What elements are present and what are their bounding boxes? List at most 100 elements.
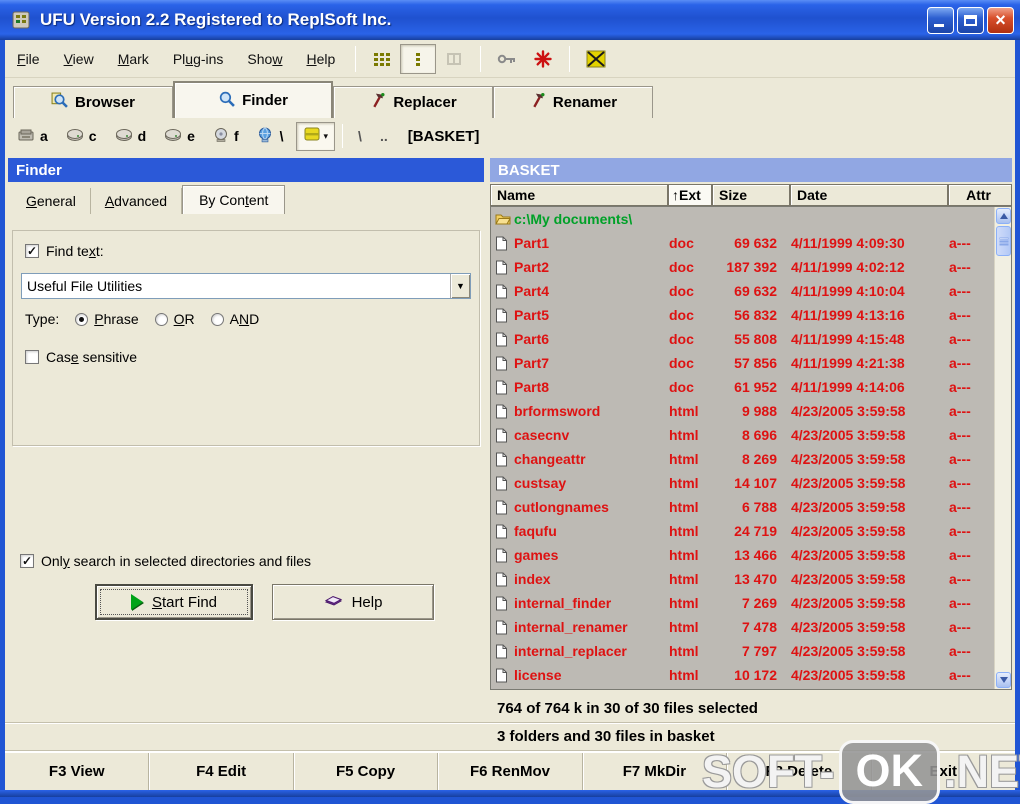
dual-pane-disabled-icon <box>436 44 472 74</box>
menu-mark[interactable]: Mark <box>106 45 161 73</box>
table-row[interactable]: faqufu html 24 719 4/23/2005 3:59:58 a--… <box>491 519 994 543</box>
menu-help[interactable]: Help <box>294 45 347 73</box>
f7-mkdir-button[interactable]: F7 MkDir <box>583 753 728 790</box>
table-row[interactable]: index html 13 470 4/23/2005 3:59:58 a--- <box>491 567 994 591</box>
tab-by-content[interactable]: By Content <box>182 185 286 214</box>
tab-renamer[interactable]: Renamer <box>493 86 653 118</box>
start-find-button[interactable]: Start Find <box>95 584 253 620</box>
column-header-ext[interactable]: ↑Ext <box>668 184 712 206</box>
basket-view-button[interactable]: ▾ <box>295 121 336 151</box>
magnifier-icon <box>51 92 68 113</box>
drive-c-button[interactable]: c <box>60 125 107 148</box>
network-icon <box>257 127 275 146</box>
table-row[interactable]: brformsword html 9 988 4/23/2005 3:59:58… <box>491 399 994 423</box>
radio-or[interactable]: OR <box>154 311 195 327</box>
multi-pane-icon[interactable] <box>364 44 400 74</box>
table-row[interactable]: changeattr html 8 269 4/23/2005 3:59:58 … <box>491 447 994 471</box>
key-icon[interactable] <box>489 44 525 74</box>
combo-dropdown-button[interactable]: ▼ <box>450 274 470 298</box>
file-size: 61 952 <box>734 379 777 395</box>
radio-phrase[interactable]: Phrase <box>75 311 139 327</box>
table-row[interactable]: casecnv html 8 696 4/23/2005 3:59:58 a--… <box>491 423 994 447</box>
table-row[interactable]: games html 13 466 4/23/2005 3:59:58 a--- <box>491 543 994 567</box>
help-button[interactable]: Help <box>272 584 434 620</box>
find-text-checkbox[interactable]: ✓ Find text: <box>25 243 104 259</box>
table-row[interactable]: internal_renamer html 7 478 4/23/2005 3:… <box>491 615 994 639</box>
drive-e-button[interactable]: e <box>158 125 205 148</box>
checkbox-icon[interactable] <box>25 350 39 364</box>
table-row[interactable]: Part4 doc 69 632 4/11/1999 4:10:04 a--- <box>491 279 994 303</box>
root-path-button[interactable]: \ <box>350 125 370 147</box>
menu-file[interactable]: File <box>5 45 52 73</box>
tab-advanced[interactable]: Advanced <box>91 188 183 214</box>
f8-delete-button[interactable]: F8 Delete <box>727 753 872 790</box>
f6-renmov-button[interactable]: F6 RenMov <box>438 753 583 790</box>
radio-label: OR <box>173 311 195 327</box>
menu-show[interactable]: Show <box>235 45 294 73</box>
table-row[interactable]: Part5 doc 56 832 4/11/1999 4:13:16 a--- <box>491 303 994 327</box>
table-row[interactable]: cutlongnames html 6 788 4/23/2005 3:59:5… <box>491 495 994 519</box>
file-attr: a--- <box>949 355 971 371</box>
column-header-attr[interactable]: Attr <box>948 184 1012 206</box>
clear-basket-icon[interactable] <box>578 44 614 74</box>
table-row[interactable]: Part7 doc 57 856 4/11/1999 4:21:38 a--- <box>491 351 994 375</box>
close-button[interactable]: × <box>987 6 1014 34</box>
file-icon <box>495 427 511 443</box>
f4-edit-button[interactable]: F4 Edit <box>149 753 294 790</box>
menu-plugins[interactable]: Plug-ins <box>161 45 236 73</box>
tab-replacer[interactable]: Replacer <box>333 86 493 118</box>
table-row[interactable]: Part8 doc 61 952 4/11/1999 4:14:06 a--- <box>491 375 994 399</box>
drive-d-button[interactable]: d <box>109 125 157 148</box>
table-row[interactable]: custsay html 14 107 4/23/2005 3:59:58 a-… <box>491 471 994 495</box>
checkbox-checked-icon[interactable]: ✓ <box>25 244 39 258</box>
radio-and[interactable]: AND <box>210 311 259 327</box>
single-pane-icon[interactable] <box>400 43 437 74</box>
file-size: 7 269 <box>741 595 777 611</box>
exit-button[interactable]: Exit <box>872 753 1015 790</box>
table-row[interactable]: internal_finder html 7 269 4/23/2005 3:5… <box>491 591 994 615</box>
tab-general[interactable]: General <box>12 188 91 214</box>
column-header-name[interactable]: Name <box>490 184 668 206</box>
file-icon <box>495 403 511 419</box>
only-selected-checkbox[interactable]: ✓ Only search in selected directories an… <box>20 553 311 569</box>
minimize-button[interactable] <box>927 6 954 34</box>
network-drive-button[interactable]: \ <box>251 124 294 149</box>
column-header-date[interactable]: Date <box>790 184 948 206</box>
scroll-down-button[interactable] <box>996 672 1011 688</box>
red-asterisk-icon[interactable] <box>525 44 561 74</box>
file-icon <box>495 475 511 491</box>
file-ext: doc <box>669 379 694 395</box>
tab-finder[interactable]: Finder <box>173 81 333 118</box>
drive-a-button[interactable]: a <box>11 124 58 149</box>
column-header-size[interactable]: Size <box>712 184 790 206</box>
f3-view-button[interactable]: F3 View <box>5 753 150 790</box>
tab-browser[interactable]: Browser <box>13 86 173 118</box>
radio-icon[interactable] <box>154 312 168 326</box>
file-ext: html <box>669 667 699 683</box>
scrollbar-thumb[interactable] <box>996 226 1011 256</box>
file-name: Part6 <box>514 331 550 347</box>
file-rows: Part1 doc 69 632 4/11/1999 4:09:30 a--- … <box>491 231 994 689</box>
f5-copy-button[interactable]: F5 Copy <box>294 753 439 790</box>
table-row[interactable]: Part2 doc 187 392 4/11/1999 4:02:12 a--- <box>491 255 994 279</box>
radio-selected-icon[interactable] <box>75 312 89 326</box>
table-row[interactable]: internal_replacer html 7 797 4/23/2005 3… <box>491 639 994 663</box>
file-ext: html <box>669 547 699 563</box>
file-attr: a--- <box>949 235 971 251</box>
drive-f-button[interactable]: f <box>207 124 249 149</box>
menu-view[interactable]: View <box>52 45 106 73</box>
case-sensitive-checkbox[interactable]: Case sensitive <box>25 349 137 365</box>
table-row[interactable]: Part1 doc 69 632 4/11/1999 4:09:30 a--- <box>491 231 994 255</box>
table-row[interactable]: Part6 doc 55 808 4/11/1999 4:15:48 a--- <box>491 327 994 351</box>
search-text-input[interactable] <box>22 274 450 298</box>
maximize-button[interactable] <box>957 6 984 34</box>
scroll-up-button[interactable] <box>996 208 1011 224</box>
radio-icon[interactable] <box>210 312 224 326</box>
vertical-scrollbar[interactable] <box>994 207 1011 689</box>
parent-dir-button[interactable]: .. <box>372 125 396 147</box>
file-icon <box>495 595 511 611</box>
file-ext: doc <box>669 259 694 275</box>
checkbox-checked-icon[interactable]: ✓ <box>20 554 34 568</box>
parent-folder-row[interactable]: c:\My documents\ <box>491 207 994 231</box>
table-row[interactable]: license html 10 172 4/23/2005 3:59:58 a-… <box>491 663 994 687</box>
